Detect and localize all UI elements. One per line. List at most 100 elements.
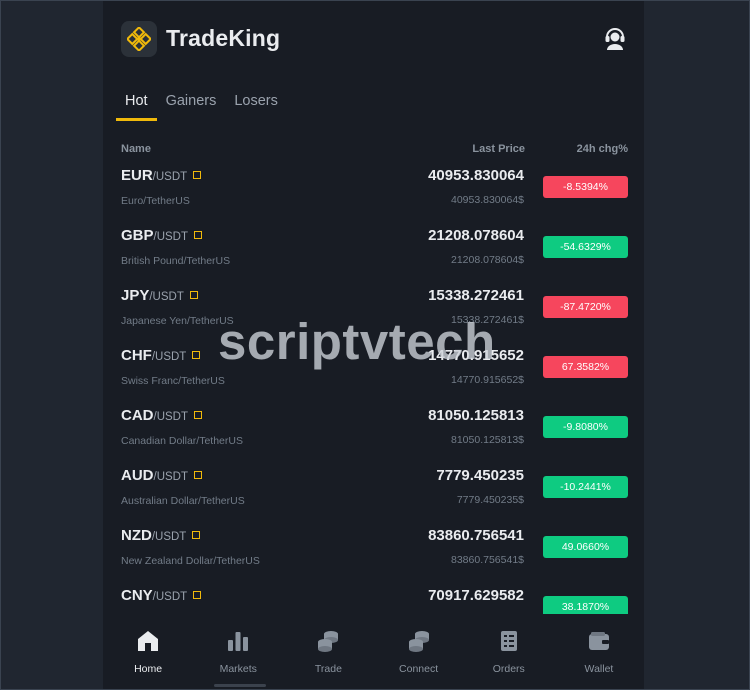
pair-base: GBP	[121, 227, 154, 244]
nav-home-label: Home	[134, 663, 163, 675]
pair-quote: /USDT	[153, 231, 189, 243]
last-price-usd: 21208.078604$	[451, 254, 524, 266]
pair-base: CNY	[121, 587, 153, 604]
change-badge: 67.3582%	[543, 356, 628, 378]
market-list: EUR/USDT Euro/TetherUS 40953.830064 4095…	[103, 161, 644, 614]
pair-symbol: NZD/USDT	[121, 527, 201, 545]
pair-symbol: CAD/USDT	[121, 407, 202, 425]
pair-quote: /USDT	[152, 591, 188, 603]
last-price-usd: 40953.830064$	[451, 194, 524, 206]
favorite-star-icon[interactable]	[194, 471, 202, 479]
favorite-star-icon[interactable]	[193, 591, 202, 599]
nav-orders-label: Orders	[492, 663, 525, 675]
pair-base: CAD	[121, 407, 154, 424]
nav-markets[interactable]: Markets	[193, 615, 283, 689]
pair-full-name: Australian Dollar/TetherUS	[121, 495, 245, 507]
change-badge: -87.4720%	[543, 296, 628, 318]
nav-wallet[interactable]: Wallet	[554, 615, 644, 689]
home-icon	[136, 629, 160, 653]
pair-full-name: Swiss Franc/TetherUS	[121, 375, 225, 387]
market-tabs: Hot Gainers Losers	[116, 91, 287, 121]
pair-full-name: New Zealand Dollar/TetherUS	[121, 555, 260, 567]
coins-stack-icon	[407, 629, 431, 653]
last-price-usd: 14770.915652$	[451, 374, 524, 386]
change-badge: 49.0660%	[543, 536, 628, 558]
pair-quote: /USDT	[149, 291, 184, 303]
pair-full-name: Canadian Dollar/TetherUS	[121, 435, 243, 447]
support-agent-icon[interactable]	[604, 26, 626, 50]
nav-wallet-label: Wallet	[584, 663, 614, 675]
last-price-usd: 83860.756541$	[451, 554, 524, 566]
coins-icon	[316, 629, 340, 653]
last-price: 7779.450235	[436, 467, 524, 484]
column-header-name: Name	[121, 143, 151, 155]
logo	[121, 21, 157, 57]
market-row-nzd[interactable]: NZD/USDT New Zealand Dollar/TetherUS 838…	[103, 521, 644, 581]
column-header-24h-change: 24h chg%	[576, 143, 628, 155]
brand-logo-icon	[127, 27, 151, 51]
nav-connect-label: Connect	[399, 663, 439, 675]
tab-hot[interactable]: Hot	[116, 91, 157, 121]
pair-full-name: British Pound/TetherUS	[121, 255, 231, 267]
bottom-nav: Home Markets Trade Connect Orders Wallet	[103, 615, 644, 689]
pair-base: JPY	[121, 287, 150, 304]
market-row-cad[interactable]: CAD/USDT Canadian Dollar/TetherUS 81050.…	[103, 401, 644, 461]
pair-base: AUD	[121, 467, 154, 484]
market-row-cny[interactable]: CNY/USDT 70917.629582 38.1870%	[103, 581, 644, 614]
pair-symbol: GBP/USDT	[121, 227, 203, 245]
pair-base: NZD	[121, 527, 152, 544]
nav-home[interactable]: Home	[103, 615, 193, 689]
last-price-usd: 81050.125813$	[451, 434, 524, 446]
pair-quote: /USDT	[151, 351, 187, 363]
pair-quote: /USDT	[153, 411, 189, 423]
nav-markets-label: Markets	[219, 663, 257, 675]
column-header-last-price: Last Price	[472, 143, 525, 155]
pair-symbol: CNY/USDT	[121, 587, 202, 605]
favorite-star-icon[interactable]	[194, 231, 203, 239]
pair-base: CHF	[121, 347, 152, 364]
pair-quote: /USDT	[152, 171, 188, 183]
orders-icon	[497, 629, 521, 653]
favorite-star-icon[interactable]	[189, 291, 198, 299]
market-row-jpy[interactable]: JPY/USDT Japanese Yen/TetherUS 15338.272…	[103, 281, 644, 341]
change-badge: -10.2441%	[543, 476, 628, 498]
change-badge: -8.5394%	[543, 176, 628, 198]
tab-gainers[interactable]: Gainers	[157, 91, 226, 119]
change-badge: -9.8080%	[543, 416, 628, 438]
app-screen: TradeKing Hot Gainers Losers Name Last P…	[103, 1, 644, 689]
nav-trade[interactable]: Trade	[283, 615, 373, 689]
pair-symbol: AUD/USDT	[121, 467, 202, 485]
nav-trade-label: Trade	[314, 663, 342, 675]
pair-full-name: Euro/TetherUS	[121, 195, 190, 207]
nav-orders[interactable]: Orders	[464, 615, 554, 689]
pair-base: EUR	[121, 167, 153, 184]
pair-symbol: CHF/USDT	[121, 347, 201, 365]
market-row-aud[interactable]: AUD/USDT Australian Dollar/TetherUS 7779…	[103, 461, 644, 521]
last-price-usd: 7779.450235$	[456, 494, 524, 506]
last-price: 14770.915652	[428, 347, 524, 364]
home-indicator	[214, 684, 266, 687]
change-badge: 38.1870%	[543, 596, 628, 614]
last-price: 70917.629582	[428, 587, 524, 604]
last-price: 15338.272461	[428, 287, 524, 304]
market-row-chf[interactable]: CHF/USDT Swiss Franc/TetherUS 14770.9156…	[103, 341, 644, 401]
market-row-gbp[interactable]: GBP/USDT British Pound/TetherUS 21208.07…	[103, 221, 644, 281]
wallet-icon	[587, 629, 611, 653]
change-badge: -54.6329%	[543, 236, 628, 258]
pair-quote: /USDT	[151, 531, 187, 543]
app-title: TradeKing	[166, 25, 281, 51]
bar-chart-icon	[226, 629, 250, 653]
last-price: 40953.830064	[428, 167, 524, 184]
tab-losers[interactable]: Losers	[225, 91, 287, 119]
last-price: 81050.125813	[428, 407, 524, 424]
pair-full-name: Japanese Yen/TetherUS	[121, 315, 234, 327]
favorite-star-icon[interactable]	[192, 531, 201, 539]
pair-quote: /USDT	[153, 471, 189, 483]
last-price: 21208.078604	[428, 227, 524, 244]
nav-connect[interactable]: Connect	[374, 615, 464, 689]
favorite-star-icon[interactable]	[192, 351, 201, 359]
market-row-eur[interactable]: EUR/USDT Euro/TetherUS 40953.830064 4095…	[103, 161, 644, 221]
favorite-star-icon[interactable]	[193, 171, 202, 179]
favorite-star-icon[interactable]	[194, 411, 202, 419]
pair-symbol: JPY/USDT	[121, 287, 198, 305]
